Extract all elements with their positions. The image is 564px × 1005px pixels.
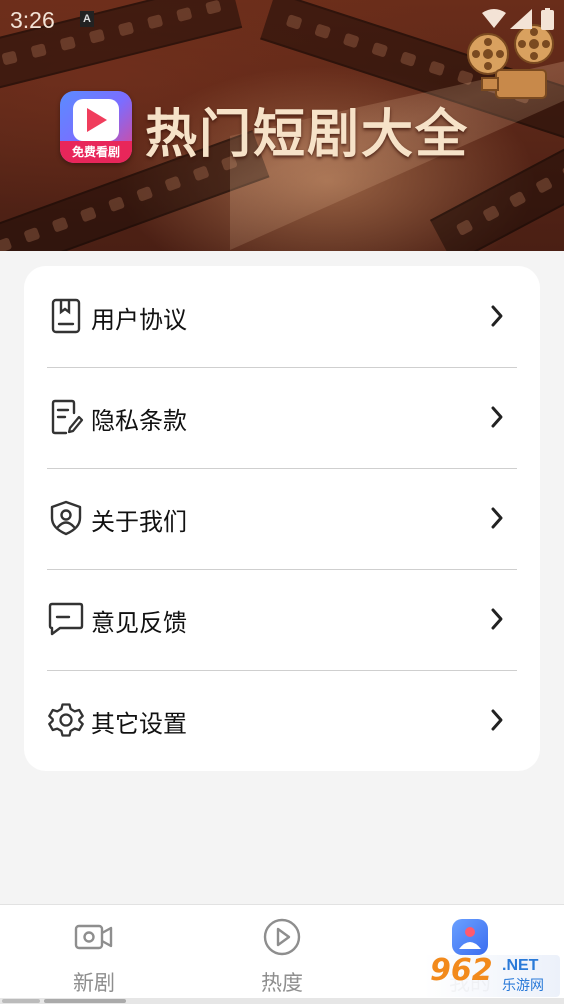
banner-title: 热门短剧大全 xyxy=(145,104,470,165)
tab-trending[interactable]: 热度 xyxy=(188,905,376,1005)
app-logo: 免费看剧 xyxy=(60,91,132,163)
play-circle-icon xyxy=(263,918,301,956)
menu-item-user-agreement[interactable]: 用户协议 xyxy=(24,266,540,367)
document-icon xyxy=(51,298,81,334)
site-watermark: 962 .NET 乐游网 xyxy=(424,955,560,997)
watermark-text: 乐游网 xyxy=(502,978,544,994)
menu-item-label: 关于我们 xyxy=(91,508,187,536)
status-time: 3:26 xyxy=(10,7,55,33)
menu-item-about-us[interactable]: 关于我们 xyxy=(24,468,540,569)
wifi-icon xyxy=(482,9,506,28)
nav-pill xyxy=(2,999,40,1003)
tab-label: 热度 xyxy=(261,971,303,995)
free-watch-badge: 免费看剧 xyxy=(60,141,132,163)
chevron-right-icon xyxy=(491,507,503,529)
status-bar: 3:26 A xyxy=(0,0,564,38)
menu-item-other-settings[interactable]: 其它设置 xyxy=(24,670,540,771)
nav-pill xyxy=(44,999,126,1003)
notification-a-icon: A xyxy=(80,11,94,27)
battery-icon xyxy=(541,8,554,30)
gear-icon xyxy=(48,703,84,737)
tab-label: 新剧 xyxy=(73,971,115,995)
menu-item-feedback[interactable]: 意见反馈 xyxy=(24,569,540,670)
play-icon xyxy=(87,108,107,132)
watermark-domain: .NET xyxy=(502,957,539,974)
user-avatar-icon xyxy=(452,919,488,955)
message-icon xyxy=(48,602,84,636)
system-nav-bar xyxy=(0,998,564,1004)
chevron-right-icon xyxy=(491,709,503,731)
chevron-right-icon xyxy=(491,608,503,630)
shield-user-icon xyxy=(50,500,82,536)
video-camera-icon xyxy=(74,924,113,950)
watermark-number: 962 xyxy=(430,955,493,988)
chevron-right-icon xyxy=(491,305,503,327)
menu-item-label: 其它设置 xyxy=(91,710,187,738)
menu-item-label: 用户协议 xyxy=(91,306,187,334)
chevron-right-icon xyxy=(491,406,503,428)
tab-new-dramas[interactable]: 新剧 xyxy=(0,905,188,1005)
menu-item-label: 隐私条款 xyxy=(91,407,187,435)
signal-icon xyxy=(510,9,532,29)
menu-item-privacy[interactable]: 隐私条款 xyxy=(24,367,540,468)
menu-item-label: 意见反馈 xyxy=(91,609,187,637)
edit-document-icon xyxy=(51,399,84,435)
settings-menu-card: 用户协议 隐私条款 关于我们 意见反馈 其它设置 xyxy=(24,266,540,771)
